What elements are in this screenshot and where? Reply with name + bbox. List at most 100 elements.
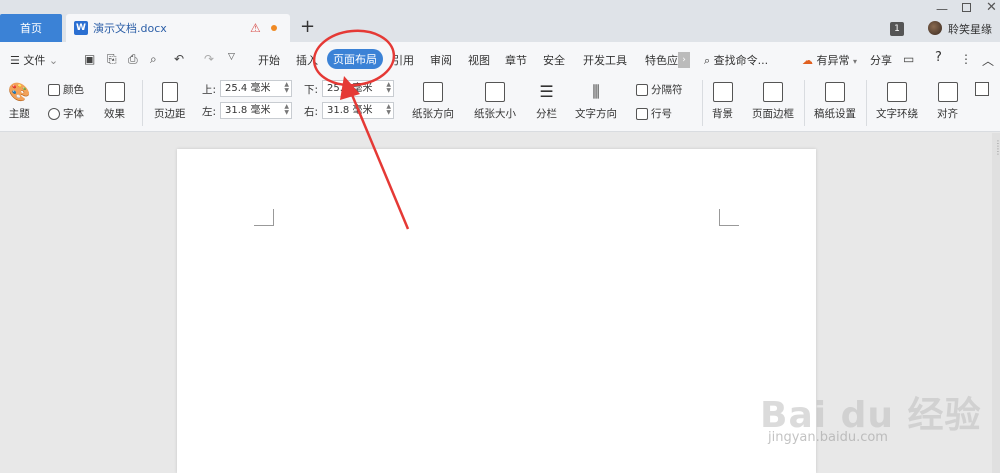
maximize-icon[interactable] (962, 3, 971, 12)
ribbon-divider (142, 80, 143, 126)
collapse-ribbon-icon[interactable]: ︿ (982, 52, 994, 69)
orientation-icon (423, 82, 443, 102)
file-menu[interactable]: ☰ 文件 ⌄ (10, 52, 58, 68)
align-label: 对齐 (937, 108, 958, 120)
undo-icon[interactable]: ↶ (174, 52, 184, 66)
comment-icon[interactable]: ▭ (903, 52, 914, 66)
avatar[interactable] (928, 21, 942, 35)
menu-review[interactable]: 审阅 (430, 52, 452, 68)
margin-corner-marker (719, 209, 739, 226)
margin-corner-marker (254, 209, 274, 226)
arrange-icon[interactable] (975, 82, 989, 96)
separator-button[interactable]: 分隔符 (636, 82, 683, 97)
tab-document-label: 演示文档.docx (93, 22, 167, 35)
text-direction-button[interactable]: ⫼ 文字方向 (575, 82, 617, 121)
font-button[interactable]: 字体 (48, 106, 84, 121)
columns-button[interactable]: ☰ 分栏 (536, 82, 557, 121)
close-icon[interactable]: ✕ (986, 0, 997, 15)
font-label: 字体 (63, 108, 84, 120)
margin-left-input[interactable]: 31.8 毫米 ▲ ▼ (220, 102, 292, 119)
background-button[interactable]: 背景 (712, 82, 733, 121)
warning-icon[interactable]: ⚠ (250, 21, 261, 35)
menu-view[interactable]: 视图 (468, 52, 490, 68)
share-button[interactable]: 分享 (870, 52, 892, 68)
margin-top-value: 25.4 毫米 (225, 83, 271, 94)
color-icon (48, 83, 60, 96)
menu-page-layout[interactable]: 页面布局 (327, 49, 383, 69)
menu-references[interactable]: 引用 (392, 52, 414, 68)
columns-icon: ☰ (539, 82, 554, 101)
redo-icon[interactable]: ↷ (204, 52, 214, 66)
font-icon (48, 107, 60, 120)
manuscript-button[interactable]: 稿纸设置 (814, 82, 856, 121)
spinner-icon[interactable]: ▲ ▼ (386, 82, 391, 94)
ribbon-divider (804, 80, 805, 126)
effect-label: 效果 (104, 108, 125, 120)
username[interactable]: 聆笑星缘 (948, 21, 992, 37)
margin-bottom-input[interactable]: 25.4 毫米 ▲ ▼ (322, 80, 394, 97)
effect-button[interactable]: 效果 (104, 82, 125, 121)
paper-size-button[interactable]: 纸张大小 (474, 82, 516, 121)
page-border-icon (763, 82, 783, 102)
print-icon[interactable]: ⎙ (128, 52, 138, 67)
orientation-button[interactable]: 纸张方向 (412, 82, 454, 121)
baidu-watermark: Bai du 经验 jingyan.baidu.com (760, 378, 990, 468)
chevron-down-icon: ⌄ (48, 54, 59, 67)
save-icon[interactable]: ▣ (84, 52, 95, 66)
command-search[interactable]: ⌕ 查找命令... (704, 52, 768, 68)
line-numbers-button[interactable]: 行号 (636, 106, 672, 121)
window-count-badge[interactable]: 1 (890, 22, 904, 36)
menu-start[interactable]: 开始 (258, 52, 280, 68)
chevron-right-icon[interactable]: › (678, 52, 690, 68)
menu-developer[interactable]: 开发工具 (583, 52, 627, 68)
color-label: 颜色 (63, 84, 84, 96)
menu-sections[interactable]: 章节 (505, 52, 527, 68)
menu-security[interactable]: 安全 (543, 52, 565, 68)
spinner-icon[interactable]: ▲ ▼ (284, 104, 289, 116)
exception-label: 有异常 (816, 54, 850, 67)
customize-toolbar-icon[interactable]: ▽ (228, 52, 235, 62)
watermark-url: jingyan.baidu.com (768, 430, 888, 445)
align-button[interactable]: 对齐 (937, 82, 958, 121)
spinner-icon[interactable]: ▲ ▼ (386, 104, 391, 116)
menu-features[interactable]: 特色应 (645, 52, 678, 68)
margin-left-label: 左: (202, 106, 217, 118)
tab-document[interactable]: W 演示文档.docx ⚠ (66, 14, 290, 42)
scroll-handle-icon[interactable]: ⋮ ⋮ (994, 140, 1000, 156)
more-options-icon[interactable]: ⋮ (960, 52, 972, 66)
document-page[interactable] (177, 149, 816, 473)
ribbon-page-layout: 🎨 主题 颜色 字体 效果 页边距 上: 25.4 毫米 ▲ ▼ 左: 31.8 毫… (0, 76, 1000, 132)
tab-home[interactable]: 首页 (0, 14, 62, 42)
text-direction-label: 文字方向 (575, 108, 617, 120)
text-direction-icon: ⫼ (592, 82, 600, 101)
new-tab-button[interactable]: + (300, 16, 315, 37)
title-bar: 首页 W 演示文档.docx ⚠ + — ✕ 1 聆笑星缘 (0, 0, 1000, 42)
menu-insert[interactable]: 插入 (296, 52, 318, 68)
margin-right-input[interactable]: 31.8 毫米 ▲ ▼ (322, 102, 394, 119)
text-wrap-icon (887, 82, 907, 102)
help-button[interactable]: ? (935, 50, 942, 65)
theme-button[interactable]: 🎨 主题 (8, 82, 30, 121)
separator-icon (636, 83, 648, 96)
margin-top-label: 上: (202, 84, 217, 96)
manuscript-icon (825, 82, 845, 102)
ribbon-divider (866, 80, 867, 126)
exception-button[interactable]: ☁ 有异常 ▾ (802, 52, 857, 68)
export-pdf-icon[interactable]: ⎘ (107, 52, 117, 67)
page-border-label: 页面边框 (752, 108, 794, 120)
margin-bottom-label: 下: (304, 84, 319, 96)
manuscript-label: 稿纸设置 (814, 108, 856, 120)
unsaved-dot-icon (271, 25, 277, 31)
cloud-warning-icon: ☁ (802, 54, 813, 67)
search-icon: ⌕ (704, 54, 711, 67)
margin-right-label: 右: (304, 106, 319, 118)
text-wrap-button[interactable]: 文字环绕 (876, 82, 918, 121)
vertical-scrollbar[interactable] (992, 133, 1000, 473)
margin-top-input[interactable]: 25.4 毫米 ▲ ▼ (220, 80, 292, 97)
spinner-icon[interactable]: ▲ ▼ (284, 82, 289, 94)
minimize-icon[interactable]: — (936, 2, 948, 16)
print-preview-icon[interactable]: ⌕ (150, 52, 157, 67)
color-button[interactable]: 颜色 (48, 82, 84, 97)
margins-button[interactable]: 页边距 (154, 82, 186, 121)
page-border-button[interactable]: 页面边框 (752, 82, 794, 121)
